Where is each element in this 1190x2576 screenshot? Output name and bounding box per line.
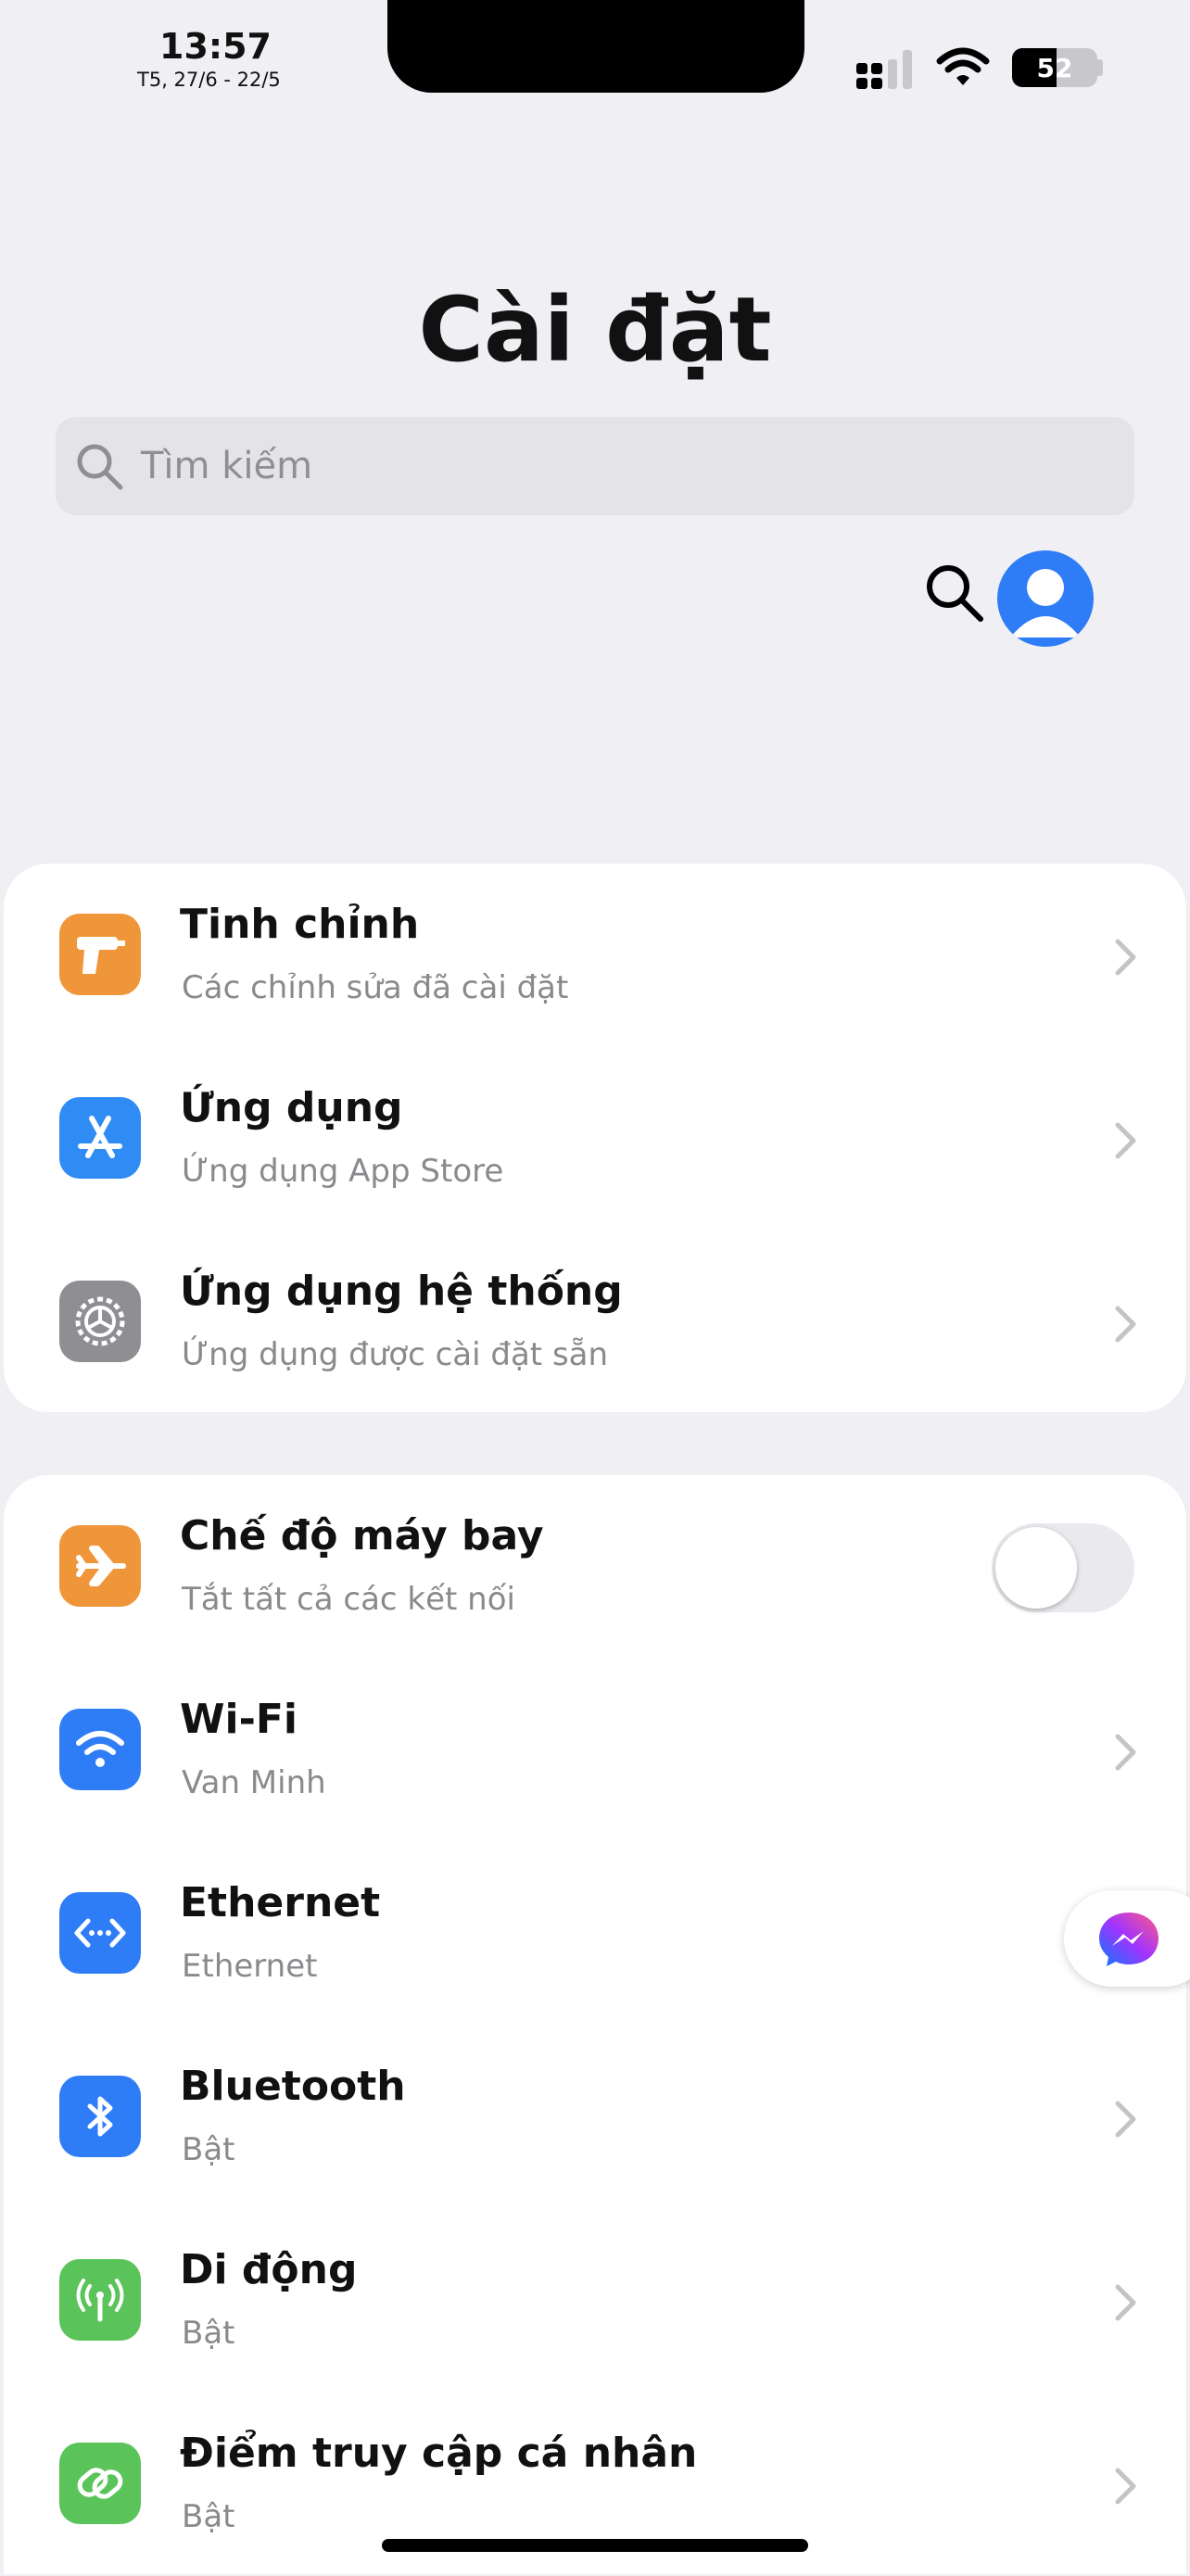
row-title: Tinh chỉnh	[180, 901, 420, 948]
row-title: Ứng dụng hệ thống	[180, 1268, 623, 1315]
row-title: Wi-Fi	[180, 1696, 298, 1743]
chevron-right-icon	[1115, 2284, 1136, 2321]
gear-icon	[59, 1281, 141, 1362]
row-wifi[interactable]: Wi-Fi Van Minh	[4, 1659, 1186, 1842]
messenger-chat-bubble[interactable]	[1064, 1890, 1190, 1987]
chevron-right-icon	[1115, 1306, 1136, 1343]
battery-indicator: 52	[1012, 48, 1097, 87]
app-store-icon	[59, 1097, 141, 1179]
chevron-right-icon	[1115, 1122, 1136, 1159]
notch	[387, 0, 804, 93]
status-date: T5, 27/6 - 22/5	[137, 69, 281, 91]
row-subtitle: Van Minh	[182, 1764, 326, 1801]
bluetooth-icon	[59, 2076, 141, 2157]
row-title: Di động	[180, 2246, 358, 2293]
wifi-icon	[59, 1709, 141, 1790]
drill-icon	[59, 914, 141, 995]
messenger-icon	[1099, 1913, 1158, 1966]
page-title: Cài đặt	[418, 278, 772, 382]
row-subtitle: Bật	[182, 2131, 235, 2168]
cellular-icon	[59, 2259, 141, 2341]
settings-group-connectivity: Chế độ máy bay Tắt tất cả các kết nối Wi…	[4, 1475, 1186, 2574]
airplane-icon	[59, 1525, 141, 1607]
avatar[interactable]	[997, 550, 1094, 647]
search-placeholder: Tìm kiếm	[141, 445, 313, 487]
search-input[interactable]: Tìm kiếm	[56, 417, 1134, 515]
settings-group-tweaks: Tinh chỉnh Các chỉnh sửa đã cài đặt Ứng …	[4, 864, 1186, 1412]
home-indicator	[382, 2539, 808, 2552]
row-airplane-mode[interactable]: Chế độ máy bay Tắt tất cả các kết nối	[4, 1475, 1186, 1659]
row-subtitle: Ethernet	[182, 1948, 318, 1985]
row-cellular[interactable]: Di động Bật	[4, 2209, 1186, 2393]
chevron-right-icon	[1115, 1734, 1136, 1771]
search-icon	[77, 444, 123, 490]
battery-level: 52	[1036, 53, 1073, 83]
row-subtitle: Tắt tất cả các kết nối	[182, 1581, 515, 1618]
user-icon	[1010, 569, 1081, 638]
row-title: Ứng dụng	[180, 1084, 403, 1131]
chevron-right-icon	[1115, 2101, 1136, 2138]
row-title: Bluetooth	[180, 2063, 406, 2110]
chevron-right-icon	[1115, 2468, 1136, 2505]
row-subtitle: Ứng dụng được cài đặt sẵn	[182, 1336, 609, 1373]
ethernet-icon	[59, 1892, 141, 1974]
row-bluetooth[interactable]: Bluetooth Bật	[4, 2026, 1186, 2209]
wifi-status-icon	[936, 47, 990, 85]
row-system-apps[interactable]: Ứng dụng hệ thống Ứng dụng được cài đặt …	[4, 1231, 1186, 1414]
battery-tip	[1097, 59, 1103, 76]
airplane-mode-toggle[interactable]	[992, 1523, 1134, 1612]
row-apps[interactable]: Ứng dụng Ứng dụng App Store	[4, 1047, 1186, 1231]
row-tweaks[interactable]: Tinh chỉnh Các chỉnh sửa đã cài đặt	[4, 864, 1186, 1047]
row-subtitle: Bật	[182, 2498, 235, 2535]
row-subtitle: Các chỉnh sửa đã cài đặt	[182, 969, 569, 1006]
row-subtitle: Ứng dụng App Store	[182, 1153, 504, 1190]
status-time: 13:57	[159, 26, 272, 67]
row-ethernet[interactable]: Ethernet Ethernet	[4, 1842, 1186, 2026]
chevron-right-icon	[1115, 939, 1136, 976]
row-subtitle: Bật	[182, 2315, 235, 2352]
cellular-signal-icon	[856, 50, 912, 89]
hotspot-icon	[59, 2443, 141, 2524]
search-button-icon[interactable]	[923, 562, 986, 625]
row-title: Điểm truy cập cá nhân	[180, 2430, 698, 2477]
row-title: Chế độ máy bay	[180, 1512, 544, 1559]
toggle-knob	[995, 1527, 1077, 1609]
row-title: Ethernet	[180, 1879, 381, 1926]
